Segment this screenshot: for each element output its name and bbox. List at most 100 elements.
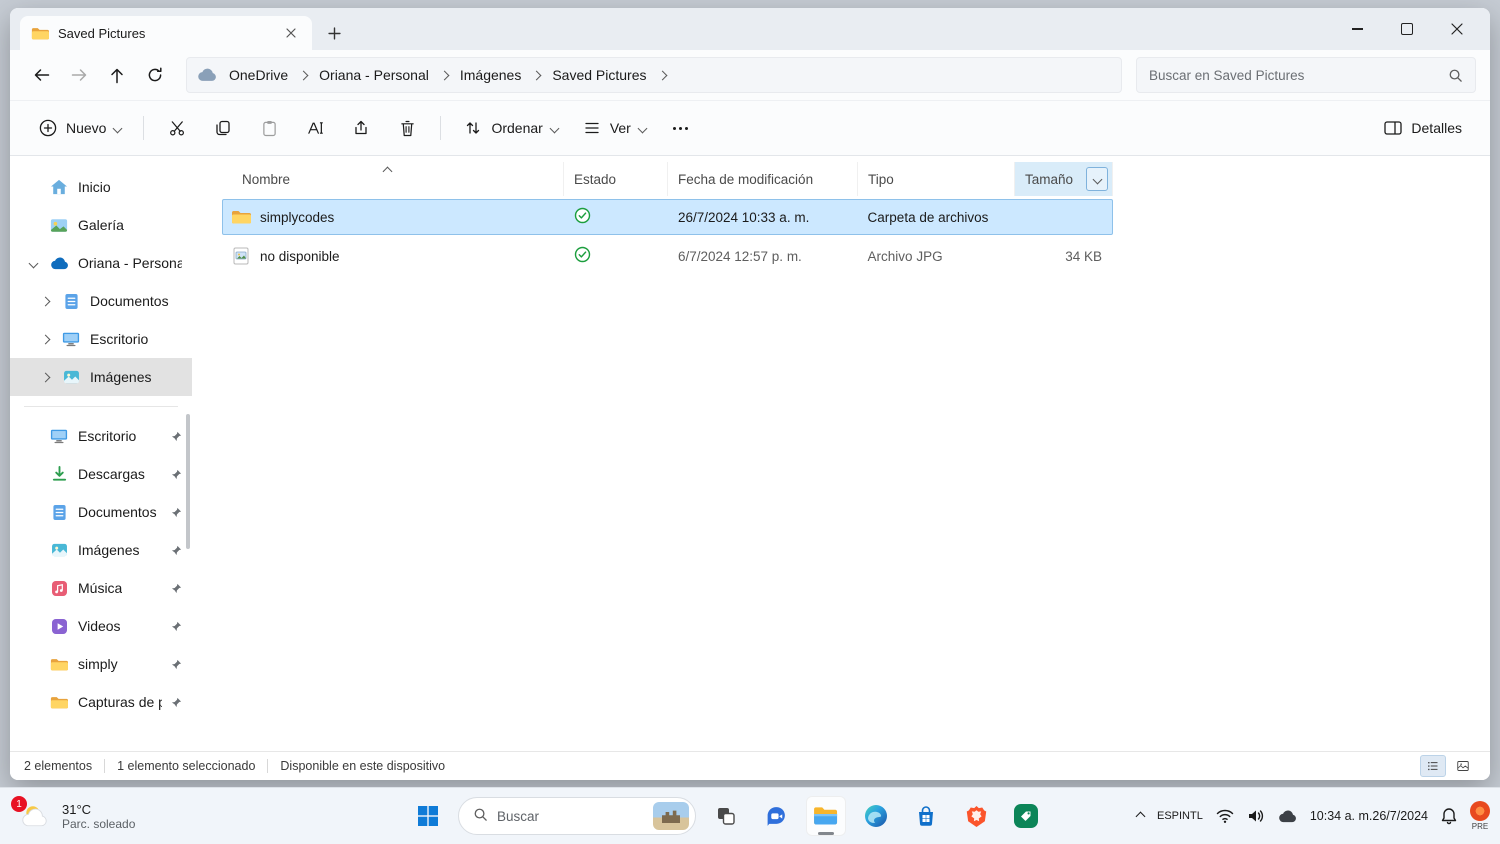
chevron-right-icon[interactable] <box>40 372 50 382</box>
chevron-down-icon[interactable] <box>28 258 38 268</box>
thumbnails-view-button[interactable] <box>1450 755 1476 777</box>
column-header-nombre[interactable]: Nombre <box>222 162 564 196</box>
notifications-bell-icon[interactable] <box>1441 807 1457 825</box>
sidebar-item-label: Escritorio <box>78 428 136 444</box>
simplycodes-app-icon[interactable] <box>1006 796 1046 836</box>
tray-time: 10:34 a. m. <box>1310 809 1373 824</box>
details-pane-button[interactable]: Detalles <box>1373 110 1472 146</box>
sidebar-item-escritorio-onedrive[interactable]: Escritorio <box>10 320 192 358</box>
gallery-icon <box>49 218 69 233</box>
microsoft-store-app-icon[interactable] <box>906 796 946 836</box>
sidebar-item-label: Escritorio <box>90 331 148 347</box>
chevron-right-icon[interactable] <box>657 70 667 80</box>
view-lines-icon <box>582 120 602 136</box>
view-button[interactable]: Ver <box>572 110 656 146</box>
file-explorer-app-icon[interactable] <box>806 796 846 836</box>
sidebar-item-simply[interactable]: simply <box>10 645 192 683</box>
chevron-right-icon[interactable] <box>532 70 542 80</box>
language-indicator[interactable]: ESP INTL <box>1157 810 1203 823</box>
sidebar-item-label: Capturas de pantalla <box>78 694 162 710</box>
column-header-tipo[interactable]: Tipo <box>858 162 1015 196</box>
tab-saved-pictures[interactable]: Saved Pictures <box>20 16 312 50</box>
sidebar-item-escritorio-pinned[interactable]: Escritorio <box>10 417 192 455</box>
details-pane-icon <box>1383 121 1403 135</box>
clock-date[interactable]: 10:34 a. m. 26/7/2024 <box>1310 809 1428 824</box>
file-modified: 6/7/2024 12:57 p. m. <box>668 239 858 273</box>
sidebar-item-onedrive-oriana[interactable]: Oriana - Personal <box>10 244 192 282</box>
sidebar-item-documentos-pinned[interactable]: Documentos <box>10 493 192 531</box>
sidebar-item-videos[interactable]: Videos <box>10 607 192 645</box>
sidebar-item-documentos-onedrive[interactable]: Documentos <box>10 282 192 320</box>
recording-indicator[interactable]: PRE <box>1470 801 1490 831</box>
size-filter-dropdown[interactable] <box>1086 167 1108 191</box>
sidebar-item-musica[interactable]: Música <box>10 569 192 607</box>
hidden-icons-chevron[interactable] <box>1137 813 1144 820</box>
maximize-button[interactable] <box>1382 8 1432 50</box>
paste-button[interactable] <box>248 110 290 146</box>
edge-app-icon[interactable] <box>856 796 896 836</box>
start-button[interactable] <box>408 796 448 836</box>
breadcrumb-oriana-personal[interactable]: Oriana - Personal <box>313 64 435 86</box>
wifi-icon[interactable] <box>1216 809 1234 824</box>
column-header-fecha[interactable]: Fecha de modificación <box>668 162 858 196</box>
taskbar-search[interactable]: Buscar <box>458 797 696 835</box>
weather-icon: 1 <box>18 803 52 829</box>
breadcrumb-saved-pictures[interactable]: Saved Pictures <box>546 64 652 86</box>
task-view-button[interactable] <box>706 796 746 836</box>
delete-button[interactable] <box>386 110 428 146</box>
onedrive-tray-icon[interactable] <box>1278 810 1297 823</box>
chevron-right-icon[interactable] <box>40 334 50 344</box>
folder-icon <box>30 26 50 41</box>
more-options-button[interactable] <box>660 110 702 146</box>
rename-button[interactable] <box>294 110 336 146</box>
tab-close-icon[interactable] <box>280 22 302 44</box>
new-button[interactable]: Nuevo <box>28 110 131 146</box>
explorer-window: Saved Pictures <box>10 8 1490 780</box>
sort-button[interactable]: Ordenar <box>453 110 567 146</box>
search-icon[interactable] <box>1445 68 1465 83</box>
weather-widget[interactable]: 1 31°C Parc. soleado <box>10 788 143 844</box>
documents-icon <box>61 293 81 310</box>
close-button[interactable] <box>1432 8 1482 50</box>
cut-button[interactable] <box>156 110 198 146</box>
downloads-icon <box>49 466 69 482</box>
new-tab-button[interactable] <box>320 19 348 47</box>
chevron-right-icon[interactable] <box>40 296 50 306</box>
window-controls <box>1332 8 1482 50</box>
status-bar: 2 elementos 1 elemento seleccionado Disp… <box>10 751 1490 780</box>
file-row-simplycodes[interactable]: simplycodes 26/7/2024 10:33 a. m. Carpet… <box>222 199 1113 235</box>
forward-button[interactable] <box>62 58 96 92</box>
details-pane-label: Detalles <box>1411 120 1462 136</box>
sidebar-item-label: Documentos <box>90 293 169 309</box>
minimize-button[interactable] <box>1332 8 1382 50</box>
onedrive-cloud-icon <box>49 257 69 270</box>
volume-icon[interactable] <box>1247 808 1265 824</box>
column-header-tamano[interactable]: Tamaño <box>1015 162 1113 196</box>
breadcrumb-onedrive[interactable]: OneDrive <box>223 64 294 86</box>
breadcrumb-imagenes[interactable]: Imágenes <box>454 64 527 86</box>
sidebar-item-inicio[interactable]: Inicio <box>10 168 192 206</box>
sidebar-item-label: simply <box>78 656 118 672</box>
sidebar-item-descargas[interactable]: Descargas <box>10 455 192 493</box>
file-name: simplycodes <box>260 210 334 225</box>
chevron-right-icon[interactable] <box>299 70 309 80</box>
sidebar-item-galeria[interactable]: Galería <box>10 206 192 244</box>
refresh-button[interactable] <box>138 58 172 92</box>
share-button[interactable] <box>340 110 382 146</box>
chevron-right-icon[interactable] <box>439 70 449 80</box>
search-input[interactable] <box>1147 67 1437 84</box>
sidebar-item-imagenes-pinned[interactable]: Imágenes <box>10 531 192 569</box>
sidebar-item-imagenes-onedrive[interactable]: Imágenes <box>10 358 192 396</box>
column-header-estado[interactable]: Estado <box>564 162 668 196</box>
file-modified: 26/7/2024 10:33 a. m. <box>668 200 858 234</box>
up-button[interactable] <box>100 58 134 92</box>
sidebar-scrollbar[interactable] <box>186 414 190 549</box>
file-row-no-disponible[interactable]: no disponible 6/7/2024 12:57 p. m. Archi… <box>222 238 1113 274</box>
sidebar-item-capturas[interactable]: Capturas de pantalla <box>10 683 192 721</box>
back-button[interactable] <box>24 58 58 92</box>
details-view-button[interactable] <box>1420 755 1446 777</box>
chat-app-icon[interactable] <box>756 796 796 836</box>
brave-app-icon[interactable] <box>956 796 996 836</box>
search-highlight-image[interactable] <box>653 802 689 830</box>
copy-button[interactable] <box>202 110 244 146</box>
